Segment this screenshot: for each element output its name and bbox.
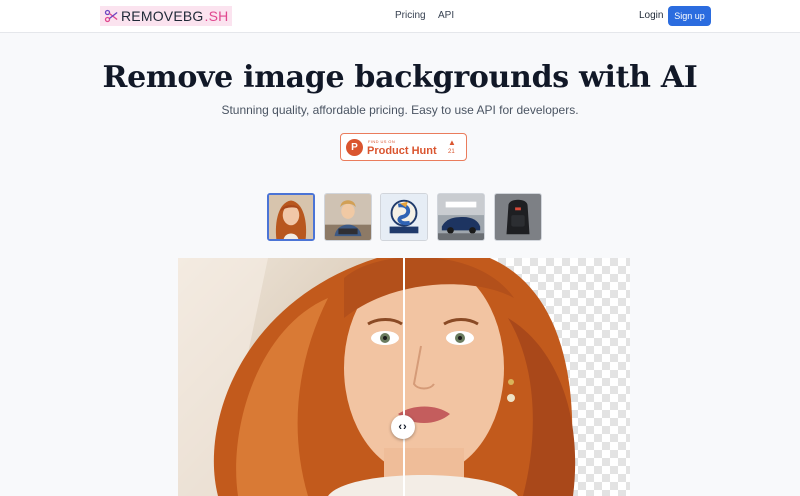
signup-button[interactable]: Sign up: [668, 6, 711, 26]
upvote-count: 21: [448, 149, 455, 155]
thumbnail-image: [381, 194, 427, 240]
page-subtitle: Stunning quality, affordable pricing. Ea…: [221, 103, 579, 117]
thumbnail-image: [325, 194, 371, 240]
product-hunt-tagline: FIND US ON: [368, 139, 396, 144]
thumbnail-woman-red-hair[interactable]: [267, 193, 315, 241]
chevron-left-right-icon: ‹›: [398, 421, 408, 433]
comparison-image: [178, 258, 630, 496]
before-after-comparison[interactable]: [178, 258, 630, 496]
product-hunt-badge[interactable]: P FIND US ON Product Hunt ▲ 21: [340, 133, 467, 161]
thumbnail-tesla-car[interactable]: [437, 193, 485, 241]
top-nav: REMOVEBG.SH Pricing API Login Sign up: [0, 0, 800, 33]
thumbnail-image: [495, 194, 541, 240]
logo[interactable]: REMOVEBG.SH: [100, 6, 233, 26]
nav-api[interactable]: API: [438, 10, 454, 21]
thumbnail-backpack[interactable]: [494, 193, 542, 241]
upvote-arrow-icon: ▲: [448, 138, 456, 147]
login-link[interactable]: Login: [639, 10, 663, 21]
product-hunt-icon: P: [346, 139, 363, 156]
compare-handle-icon[interactable]: ‹›: [391, 415, 415, 439]
product-hunt-name: Product Hunt: [367, 145, 437, 157]
page-title: Remove image backgrounds with AI: [102, 60, 698, 95]
logo-text: REMOVEBG.SH: [121, 8, 229, 24]
thumbnail-woman-laptop[interactable]: [324, 193, 372, 241]
nav-pricing[interactable]: Pricing: [395, 10, 426, 21]
scissors-icon: [104, 9, 118, 23]
thumbnail-image: [438, 194, 484, 240]
thumbnail-fishing-logo[interactable]: [380, 193, 428, 241]
thumbnail-image: [269, 195, 313, 239]
